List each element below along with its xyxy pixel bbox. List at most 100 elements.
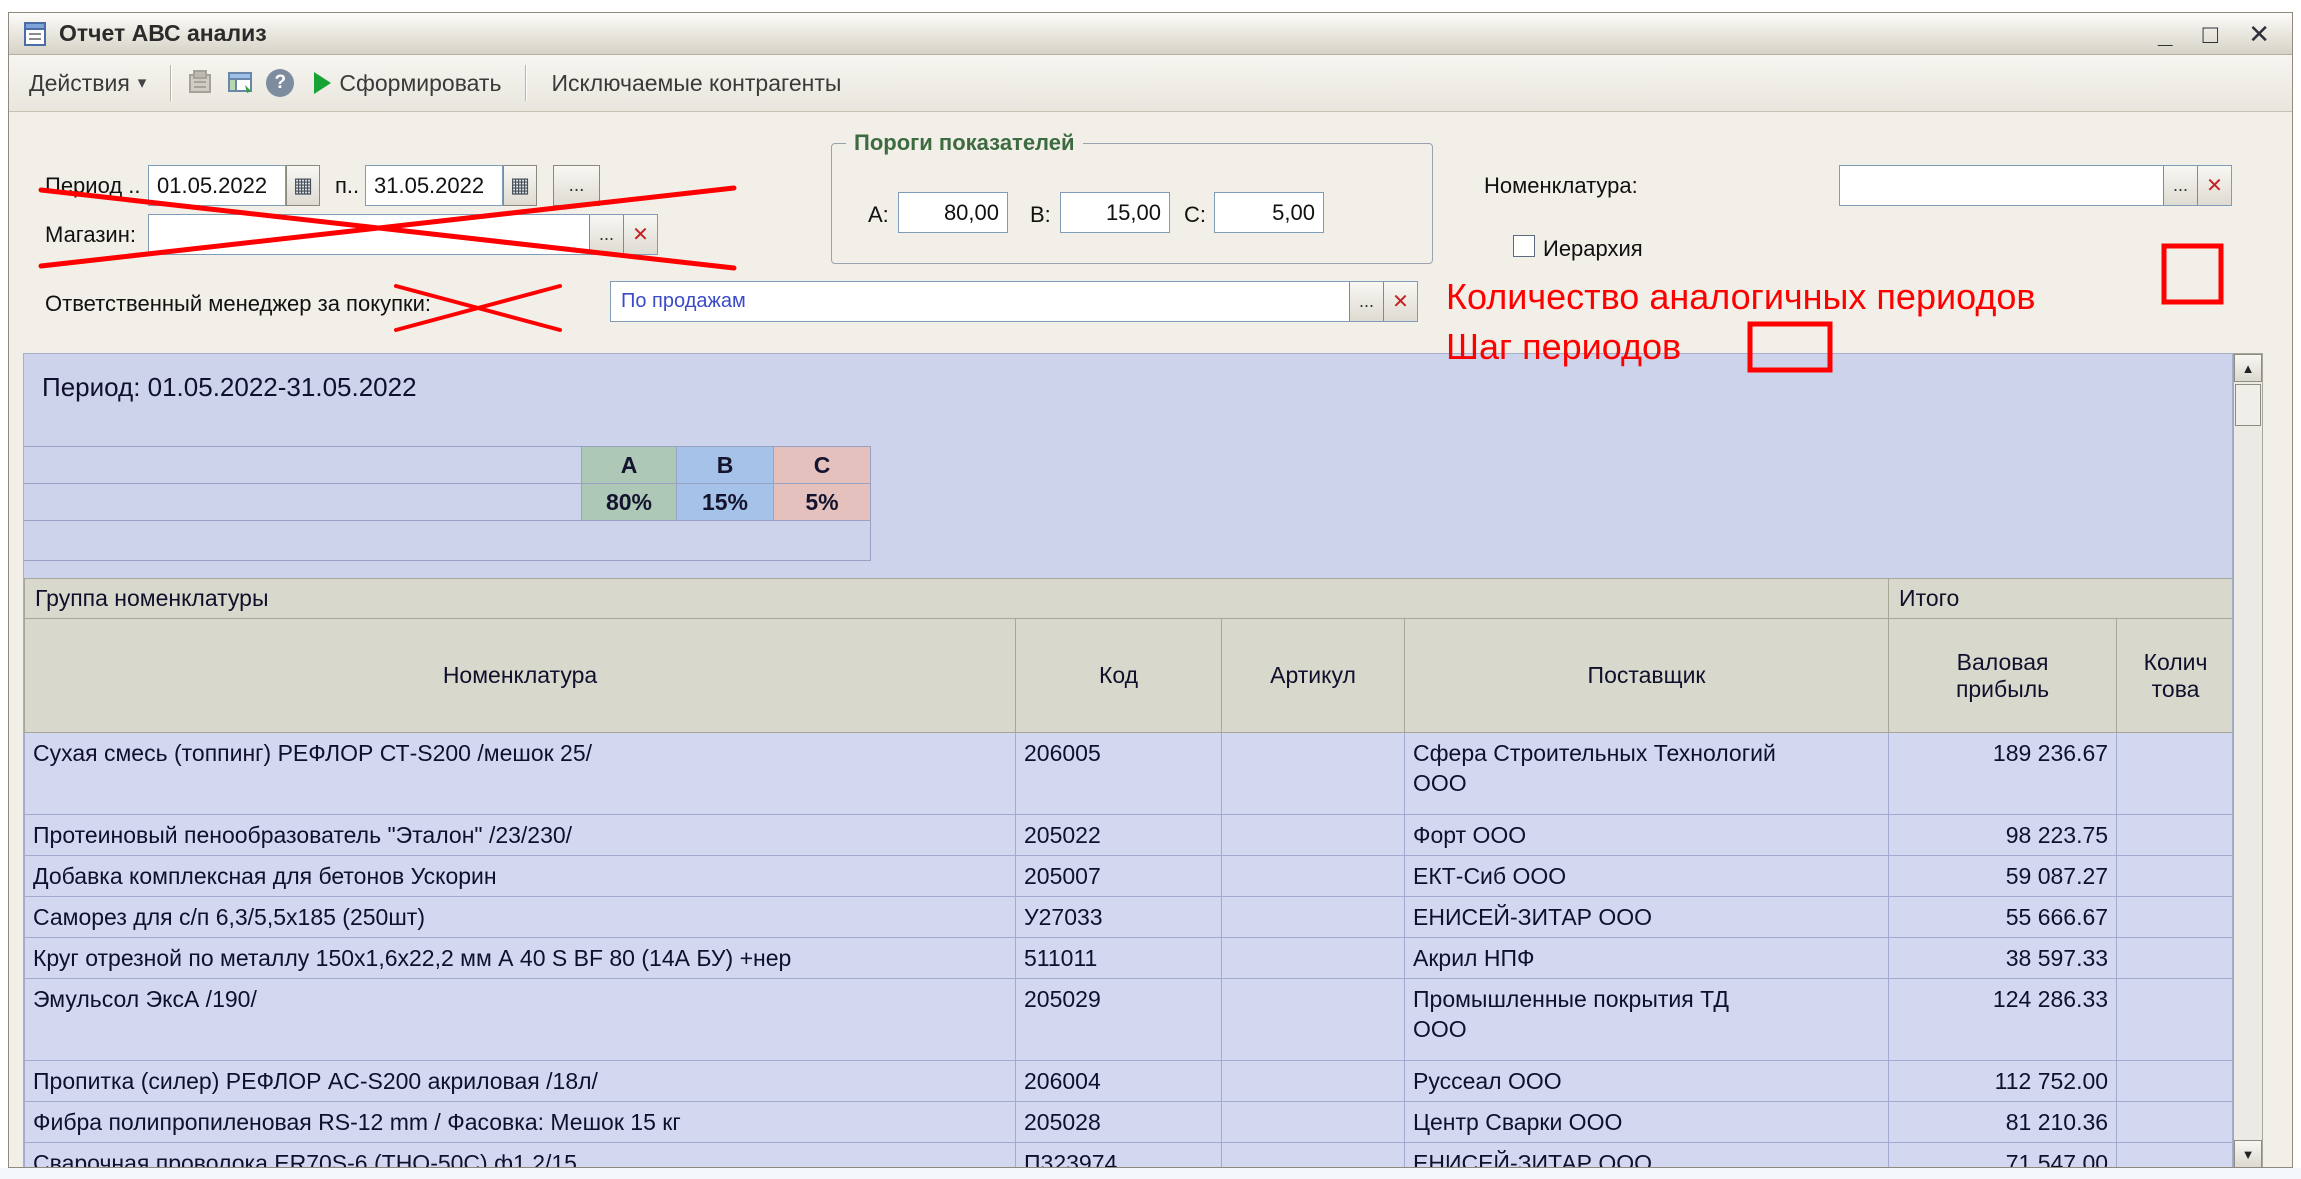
cell-code[interactable]: П323974 <box>1016 1143 1222 1169</box>
column-header-article[interactable]: Артикул <box>1222 619 1405 733</box>
cell-nomenclature[interactable]: Фибра полипропиленовая RS-12 mm / Фасовк… <box>25 1102 1016 1143</box>
nomenclature-clear-button[interactable]: ✕ <box>2197 166 2231 205</box>
cell-nomenclature[interactable]: Саморез для с/п 6,3/5,5х185 (250шт) <box>25 897 1016 938</box>
cell-nomenclature[interactable]: Пропитка (силер) РЕФЛОР AC-S200 акрилова… <box>25 1061 1016 1102</box>
excluded-contractors-button[interactable]: Исключаемые контрагенты <box>541 65 851 102</box>
cell-article[interactable] <box>1222 815 1405 856</box>
close-button[interactable]: ✕ <box>2248 21 2270 47</box>
total-header[interactable]: Итого <box>1889 579 2233 619</box>
cell-quantity[interactable] <box>2117 938 2233 979</box>
cell-code[interactable]: 206004 <box>1016 1061 1222 1102</box>
cell-quantity[interactable] <box>2117 979 2233 1061</box>
store-field[interactable]: ... ✕ <box>148 214 658 255</box>
cell-code[interactable]: 205028 <box>1016 1102 1222 1143</box>
cell-quantity[interactable] <box>2117 1143 2233 1169</box>
period-to-calendar-button[interactable]: ▦ <box>503 165 537 206</box>
hierarchy-checkbox[interactable] <box>1513 235 1535 257</box>
cell-supplier[interactable]: Сфера Строительных Технологий ООО <box>1405 733 1889 815</box>
report-period-line[interactable]: Период: 01.05.2022-31.05.2022 <box>42 372 417 403</box>
nomenclature-select-button[interactable]: ... <box>2163 166 2197 205</box>
column-header-supplier[interactable]: Поставщик <box>1405 619 1889 733</box>
threshold-c-input[interactable] <box>1214 192 1324 233</box>
restore-settings-icon[interactable] <box>186 68 216 98</box>
cell-code[interactable]: 511011 <box>1016 938 1222 979</box>
cell-nomenclature[interactable]: Протеиновый пенообразователь "Эталон" /2… <box>25 815 1016 856</box>
cell-gross-profit[interactable]: 71 547.00 <box>1889 1143 2117 1169</box>
title-bar[interactable]: Отчет АВС анализ _ □ ✕ <box>9 13 2292 55</box>
period-to-input[interactable] <box>365 165 503 206</box>
scrollbar-thumb[interactable] <box>2235 384 2261 426</box>
abc-class-b-letter[interactable]: В <box>677 447 774 484</box>
cell-gross-profit[interactable]: 124 286.33 <box>1889 979 2117 1061</box>
cell-gross-profit[interactable]: 59 087.27 <box>1889 856 2117 897</box>
cell-quantity[interactable] <box>2117 1061 2233 1102</box>
cell-quantity[interactable] <box>2117 897 2233 938</box>
threshold-a-input[interactable] <box>898 192 1008 233</box>
abc-class-b-percent[interactable]: 15% <box>677 484 774 521</box>
store-select-button[interactable]: ... <box>589 215 623 254</box>
cell-code[interactable]: 205029 <box>1016 979 1222 1061</box>
column-header-code[interactable]: Код <box>1016 619 1222 733</box>
store-clear-button[interactable]: ✕ <box>623 215 657 254</box>
cell-nomenclature[interactable]: Сухая смесь (топпинг) РЕФЛОР СТ-S200 /ме… <box>25 733 1016 815</box>
cell-quantity[interactable] <box>2117 1102 2233 1143</box>
maximize-button[interactable]: □ <box>2202 21 2218 47</box>
cell-article[interactable] <box>1222 897 1405 938</box>
cell-code[interactable]: У27033 <box>1016 897 1222 938</box>
cell-supplier[interactable]: Руссеал ООО <box>1405 1061 1889 1102</box>
scroll-up-button[interactable]: ▲ <box>2234 354 2262 382</box>
cell-supplier[interactable]: ЕКТ-Сиб ООО <box>1405 856 1889 897</box>
abc-class-a-letter[interactable]: А <box>582 447 677 484</box>
cell-gross-profit[interactable]: 189 236.67 <box>1889 733 2117 815</box>
cell-gross-profit[interactable]: 81 210.36 <box>1889 1102 2117 1143</box>
manager-clear-button[interactable]: ✕ <box>1383 282 1417 321</box>
cell-article[interactable] <box>1222 1061 1405 1102</box>
cell-gross-profit[interactable]: 38 597.33 <box>1889 938 2117 979</box>
cell-quantity[interactable] <box>2117 815 2233 856</box>
help-icon[interactable]: ? <box>266 69 294 97</box>
cell-supplier[interactable]: Акрил НПФ <box>1405 938 1889 979</box>
cell-article[interactable] <box>1222 938 1405 979</box>
cell-nomenclature[interactable]: Круг отрезной по металлу 150х1,6х22,2 мм… <box>25 938 1016 979</box>
cell-code[interactable]: 206005 <box>1016 733 1222 815</box>
cell-quantity[interactable] <box>2117 733 2233 815</box>
abc-class-c-letter[interactable]: С <box>774 447 871 484</box>
period-from-input[interactable] <box>148 165 286 206</box>
cell-gross-profit[interactable]: 98 223.75 <box>1889 815 2117 856</box>
vertical-scrollbar[interactable]: ▲ ▼ <box>2233 353 2263 1168</box>
cell-article[interactable] <box>1222 979 1405 1061</box>
minimize-button[interactable]: _ <box>2158 21 2172 47</box>
cell-supplier[interactable]: ЕНИСЕЙ-ЗИТАР ООО <box>1405 1143 1889 1169</box>
column-header-nomenclature[interactable]: Номенклатура <box>25 619 1016 733</box>
nomenclature-field[interactable]: ... ✕ <box>1839 165 2232 206</box>
cell-supplier[interactable]: ЕНИСЕЙ-ЗИТАР ООО <box>1405 897 1889 938</box>
cell-gross-profit[interactable]: 55 666.67 <box>1889 897 2117 938</box>
cell-code[interactable]: 205022 <box>1016 815 1222 856</box>
cell-code[interactable]: 205007 <box>1016 856 1222 897</box>
column-header-quantity[interactable]: Колич това <box>2117 619 2233 733</box>
report-settings-icon[interactable] <box>226 68 256 98</box>
actions-menu-button[interactable]: Действия ▾ <box>19 65 156 102</box>
threshold-b-input[interactable] <box>1060 192 1170 233</box>
cell-gross-profit[interactable]: 112 752.00 <box>1889 1061 2117 1102</box>
cell-nomenclature[interactable]: Сварочная проволока ER70S-6 (THQ-50C) ф1… <box>25 1143 1016 1169</box>
period-more-button[interactable]: ... <box>553 165 600 206</box>
generate-report-button[interactable]: Сформировать <box>304 65 511 102</box>
cell-nomenclature[interactable]: Эмульсол ЭксА /190/ <box>25 979 1016 1061</box>
cell-supplier[interactable]: Центр Сварки ООО <box>1405 1102 1889 1143</box>
cell-supplier[interactable]: Форт ООО <box>1405 815 1889 856</box>
abc-class-a-percent[interactable]: 80% <box>582 484 677 521</box>
abc-class-c-percent[interactable]: 5% <box>774 484 871 521</box>
group-header[interactable]: Группа номенклатуры <box>25 579 1889 619</box>
cell-article[interactable] <box>1222 733 1405 815</box>
cell-article[interactable] <box>1222 1102 1405 1143</box>
manager-field[interactable]: По продажам ... ✕ <box>610 281 1418 322</box>
cell-nomenclature[interactable]: Добавка комплексная для бетонов Ускорин <box>25 856 1016 897</box>
column-header-gross-profit[interactable]: Валовая прибыль <box>1889 619 2117 733</box>
scroll-down-button[interactable]: ▼ <box>2234 1140 2262 1168</box>
cell-quantity[interactable] <box>2117 856 2233 897</box>
period-from-calendar-button[interactable]: ▦ <box>286 165 320 206</box>
cell-supplier[interactable]: Промышленные покрытия ТД ООО <box>1405 979 1889 1061</box>
cell-article[interactable] <box>1222 1143 1405 1169</box>
cell-article[interactable] <box>1222 856 1405 897</box>
